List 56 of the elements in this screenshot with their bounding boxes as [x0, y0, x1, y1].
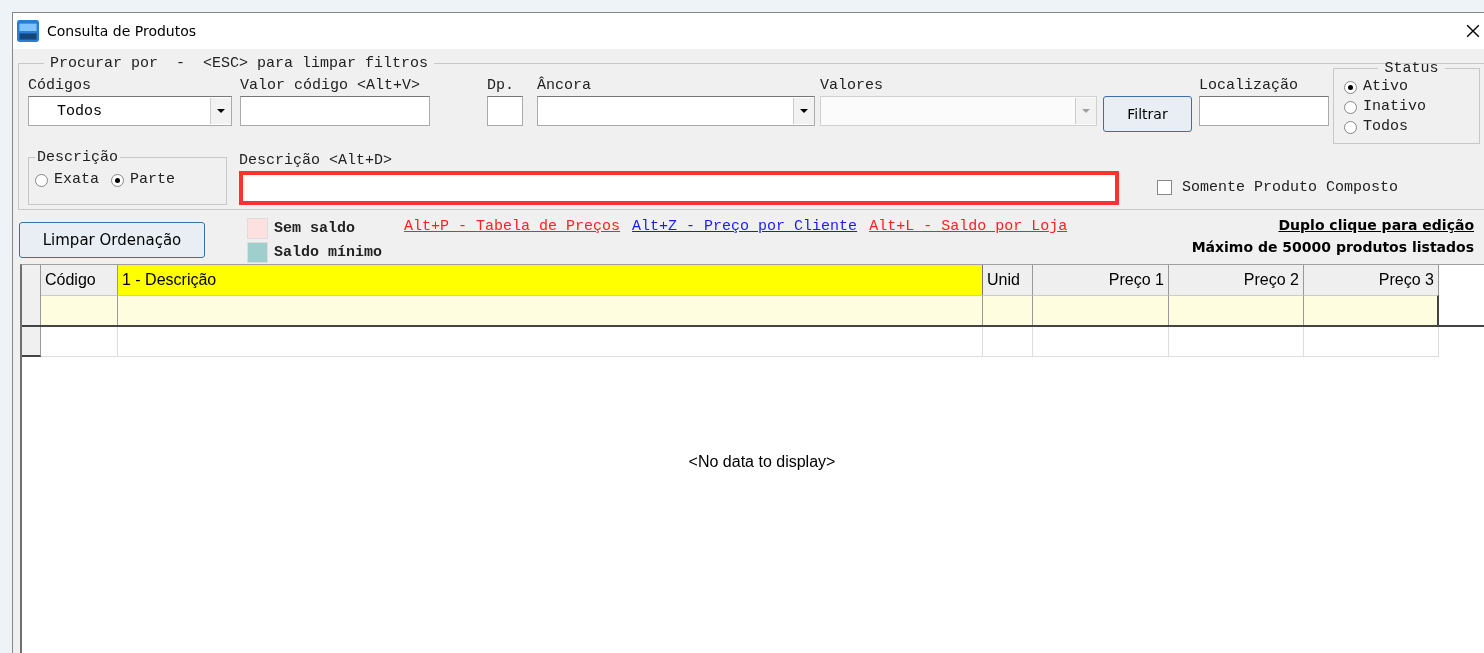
new-row-cell[interactable] — [1304, 327, 1439, 357]
new-row-cell[interactable] — [983, 327, 1033, 357]
filter-button[interactable]: Filtrar — [1103, 96, 1192, 132]
column-header[interactable]: Preço 3 — [1304, 265, 1439, 295]
codes-dropdown[interactable]: Todos — [28, 96, 232, 126]
field-label: Valores — [820, 76, 884, 96]
field-label: Dp. — [487, 76, 515, 96]
column-header[interactable]: Código — [41, 265, 118, 295]
empty-message: <No data to display> — [688, 453, 836, 471]
edit-hint: Duplo clique para edição — [1278, 217, 1474, 233]
field-label: Códigos — [28, 76, 92, 96]
column-header[interactable]: 1 - Descrição — [118, 265, 983, 295]
status-radio[interactable]: Ativo — [1344, 77, 1479, 97]
new-row-cell[interactable] — [41, 327, 118, 357]
mode-radio[interactable]: Parte — [111, 170, 176, 190]
location-field[interactable] — [1199, 96, 1329, 126]
anchor-dropdown[interactable] — [537, 96, 815, 126]
column-header[interactable]: Preço 2 — [1169, 265, 1304, 295]
radio-circle[interactable] — [1344, 120, 1357, 134]
mode-radio[interactable]: Exata — [35, 170, 99, 190]
radio-circle[interactable] — [1344, 80, 1357, 94]
status-radio[interactable]: Inativo — [1344, 97, 1479, 117]
close-icon[interactable] — [1466, 24, 1480, 38]
filter-cell[interactable] — [983, 295, 1033, 325]
group-title: Descrição — [36, 149, 119, 166]
field-label: Âncora — [537, 76, 592, 96]
radio-circle[interactable] — [1344, 100, 1357, 114]
composite-checkbox[interactable]: Somente Produto Composto — [1157, 179, 1399, 196]
window-title: Consulta de Produtos — [47, 23, 198, 39]
app-icon — [17, 20, 39, 42]
field-label: Localização — [1199, 76, 1300, 96]
filter-cell[interactable] — [1169, 295, 1304, 325]
legend-label: Sem saldo — [274, 219, 355, 237]
shortcut-link[interactable]: Alt+Z - Preço por Cliente — [632, 218, 858, 235]
clear-sort-button[interactable]: Limpar Ordenação — [19, 222, 205, 258]
radio-circle[interactable] — [35, 173, 48, 187]
description-field[interactable] — [239, 171, 1119, 205]
filter-cell[interactable] — [1033, 295, 1169, 325]
new-row-cell[interactable] — [1033, 327, 1169, 357]
legend-label: Saldo mínimo — [274, 243, 383, 261]
field-label: Descrição <Alt+D> — [239, 151, 394, 171]
column-header[interactable]: Unid — [983, 265, 1033, 295]
group-title: Status — [1383, 60, 1440, 77]
dp-field[interactable] — [487, 96, 523, 126]
filter-cell[interactable] — [41, 295, 118, 325]
filter-cell[interactable] — [1304, 295, 1439, 325]
code-value-field[interactable] — [240, 96, 430, 126]
new-row-cell[interactable] — [1169, 327, 1304, 357]
column-header[interactable]: Preço 1 — [1033, 265, 1169, 295]
new-row-cell[interactable] — [118, 327, 983, 357]
field-label: Valor código <Alt+V> — [240, 76, 422, 96]
status-radio[interactable]: Todos — [1344, 117, 1479, 137]
radio-circle[interactable] — [111, 173, 124, 187]
group-title: Procurar por - <ESC> para limpar filtros — [49, 55, 430, 72]
max-products-note: Máximo de 50000 produtos listados — [1191, 239, 1474, 255]
filter-cell[interactable] — [118, 295, 983, 325]
